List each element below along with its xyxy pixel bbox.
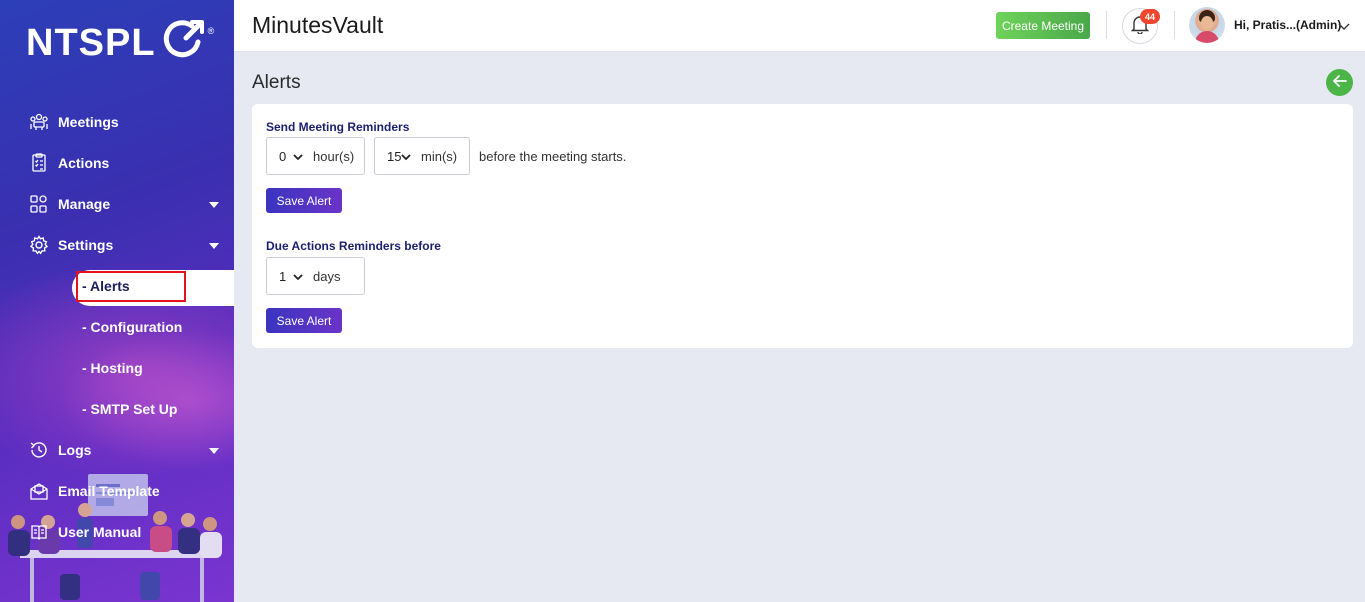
sidebar-item-logs[interactable]: Logs xyxy=(28,438,91,462)
days-unit-label: days xyxy=(313,268,341,284)
sidebar-sub-item-smtp[interactable]: - SMTP Set Up xyxy=(82,401,177,417)
alerts-card: Send Meeting Reminders 0 hour(s) 15 min(… xyxy=(252,104,1353,348)
settings-icon xyxy=(28,234,50,256)
sidebar-item-manage[interactable]: Manage xyxy=(28,192,110,216)
sidebar-item-label: Settings xyxy=(58,237,114,253)
divider xyxy=(1106,11,1107,39)
logs-icon xyxy=(28,439,50,461)
chevron-down-icon[interactable] xyxy=(1338,18,1350,36)
logo-text: NTSPL xyxy=(26,21,156,64)
meetings-icon xyxy=(28,111,50,133)
actions-icon xyxy=(28,152,50,174)
brand-logo[interactable]: NTSPL ® xyxy=(26,18,215,68)
user-greeting[interactable]: Hi, Pratis...(Admin) xyxy=(1234,18,1341,32)
sidebar-item-actions[interactable]: Actions xyxy=(28,151,109,175)
manage-icon xyxy=(28,193,50,215)
sidebar-item-settings[interactable]: Settings xyxy=(28,233,113,257)
days-select[interactable]: 1 xyxy=(267,268,311,284)
hours-unit-label: hour(s) xyxy=(313,148,355,164)
email-template-icon xyxy=(28,480,50,502)
logo-arrow-icon xyxy=(162,18,208,68)
save-due-actions-alert-button[interactable]: Save Alert xyxy=(266,308,342,333)
back-button[interactable] xyxy=(1326,69,1353,96)
sidebar-item-label: Manage xyxy=(58,196,111,212)
sidebar-item-label: Meetings xyxy=(58,114,119,130)
page-title: Alerts xyxy=(252,72,301,93)
sidebar-sub-item-configuration[interactable]: - Configuration xyxy=(82,319,182,335)
mins-select[interactable]: 15 xyxy=(375,148,419,164)
notification-count-badge: 44 xyxy=(1140,9,1160,24)
mins-unit-label: min(s) xyxy=(421,148,458,164)
due-actions-title: Due Actions Reminders before xyxy=(266,239,441,253)
top-header: MinutesVault Create Meeting 44 Hi, Prati… xyxy=(234,0,1365,52)
sidebar-item-label: User Manual xyxy=(58,524,142,540)
arrow-left-icon xyxy=(1332,74,1347,92)
sidebar-item-email-template[interactable]: Email Template xyxy=(28,479,160,503)
reminder-suffix-text: before the meeting starts. xyxy=(479,149,627,164)
user-manual-icon xyxy=(28,521,50,543)
logs-expand-icon[interactable] xyxy=(209,448,219,454)
sidebar-item-user-manual[interactable]: User Manual xyxy=(28,520,141,544)
divider xyxy=(1174,11,1175,39)
hours-select-field: 0 hour(s) xyxy=(266,137,365,175)
days-select-field: 1 days xyxy=(266,257,365,295)
sidebar-item-label: Logs xyxy=(58,442,92,458)
hours-select[interactable]: 0 xyxy=(267,148,311,164)
save-meeting-alert-button[interactable]: Save Alert xyxy=(266,188,342,213)
highlight-box xyxy=(76,271,186,302)
settings-expand-icon[interactable] xyxy=(209,243,219,249)
create-meeting-button[interactable]: Create Meeting xyxy=(996,12,1090,39)
sidebar-sub-item-hosting[interactable]: - Hosting xyxy=(82,360,143,376)
app-title: MinutesVault xyxy=(252,12,384,38)
meeting-reminders-title: Send Meeting Reminders xyxy=(266,120,410,134)
manage-expand-icon[interactable] xyxy=(209,202,219,208)
avatar[interactable] xyxy=(1189,7,1225,43)
mins-select-field: 15 min(s) xyxy=(374,137,470,175)
sidebar-item-label: Email Template xyxy=(58,483,160,499)
sidebar-item-label: Actions xyxy=(58,155,110,171)
sidebar-item-meetings[interactable]: Meetings xyxy=(28,110,119,134)
sidebar: NTSPL ® Meetings Actions Manage Settings… xyxy=(0,0,234,602)
registered-mark: ® xyxy=(207,26,216,36)
